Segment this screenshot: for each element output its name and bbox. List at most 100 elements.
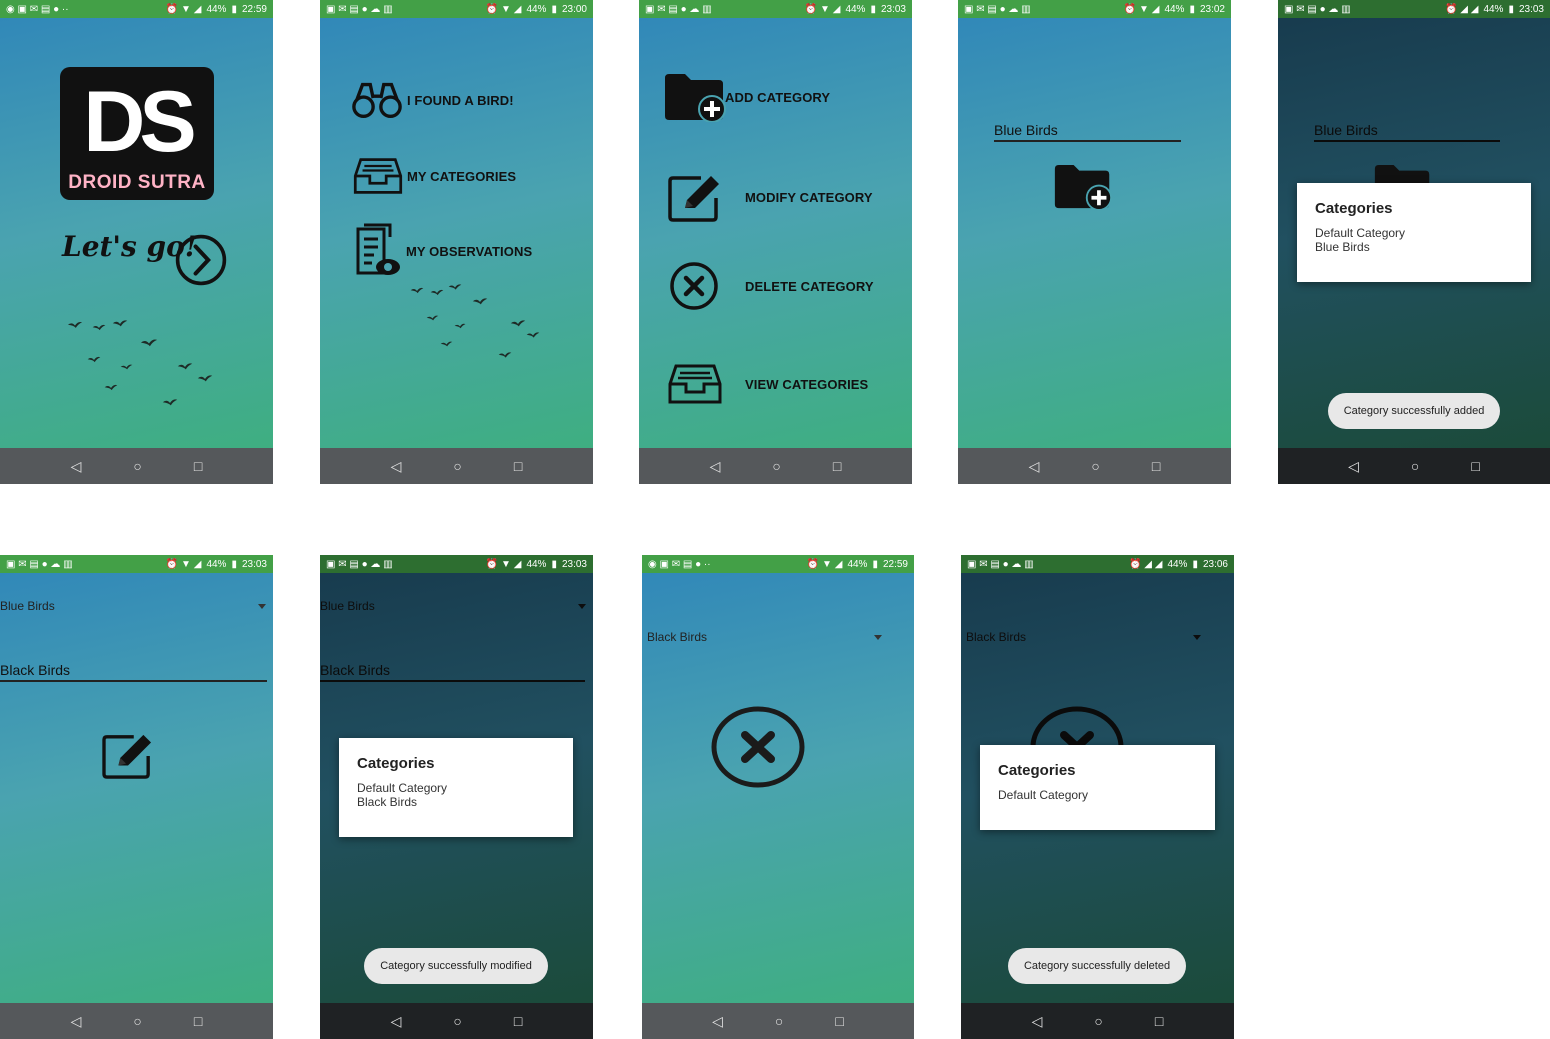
recents-icon[interactable]: □ [833, 458, 841, 474]
nav-bar: ◁ ○ □ [639, 448, 912, 484]
menu-item-add-category[interactable]: ADD CATEGORY [663, 72, 830, 122]
bird-flock [408, 278, 548, 368]
home-icon[interactable]: ○ [1411, 458, 1419, 474]
dropdown-arrow-icon[interactable] [1193, 635, 1201, 640]
home-icon[interactable]: ○ [1094, 1013, 1102, 1029]
dialog-title: Categories [1315, 200, 1393, 217]
category-spinner[interactable]: Black Birds [647, 630, 707, 644]
category-name-input[interactable]: Blue Birds [994, 122, 1181, 142]
recents-icon[interactable]: □ [1155, 1013, 1163, 1029]
category-spinner[interactable]: Blue Birds [0, 599, 55, 613]
toast-message: Category successfully added [1328, 393, 1500, 429]
status-bar: ▣ ✉ ▤ ● ☁ ▥ ⏰ ▼ ◢ 44% ▮ 23:03 [0, 555, 273, 573]
bird-icon [430, 288, 444, 298]
bird-icon [472, 296, 488, 308]
new-name-input[interactable]: Black Birds [0, 662, 267, 682]
screen-home-menu: ▣ ✉ ▤ ● ☁ ▥ ⏰ ▼ ◢ 44% ▮ 23:00 I FOUND A … [320, 0, 593, 484]
bird-icon [426, 314, 439, 323]
screen-add-result: ▣ ✉ ▤ ● ☁ ▥ ⏰ ◢ ◢ 44% ▮ 23:03 Blue Birds… [1278, 0, 1550, 484]
screen-delete-category: ◉ ▣ ✉ ▤ ● ·· ⏰ ▼ ◢ 44% ▮ 22:59 Black Bir… [642, 555, 914, 1039]
close-circle-icon[interactable] [710, 705, 806, 789]
document-eye-icon [354, 223, 402, 279]
bird-icon [104, 383, 118, 393]
category-name-input[interactable]: Blue Birds [1314, 122, 1500, 142]
recents-icon[interactable]: □ [1471, 458, 1479, 474]
close-circle-icon [669, 261, 719, 311]
dialog-item: Blue Birds [1315, 240, 1370, 254]
status-bar: ▣ ✉ ▤ ● ☁ ▥ ⏰ ▼ ◢ 44% ▮ 23:02 [958, 0, 1231, 18]
droid-sutra-logo: DS DROID SUTRA [60, 67, 214, 200]
nav-bar: ◁ ○ □ [958, 448, 1231, 484]
edit-icon[interactable] [93, 731, 163, 779]
recents-icon[interactable]: □ [835, 1013, 843, 1029]
back-icon[interactable]: ◁ [71, 1013, 82, 1030]
inbox-tray-icon [668, 362, 722, 406]
nav-bar: ◁ ○ □ [1278, 448, 1550, 484]
menu-item-view-categories[interactable]: VIEW CATEGORIES [668, 362, 868, 406]
category-spinner[interactable]: Blue Birds [320, 599, 375, 613]
home-icon[interactable]: ○ [133, 1013, 141, 1029]
category-spinner[interactable]: Black Birds [966, 630, 1026, 644]
edit-icon [667, 172, 723, 222]
dialog-item: Default Category [1315, 226, 1406, 240]
bird-icon [112, 318, 128, 330]
status-bar: ◉ ▣ ✉ ▤ ● ·· ⏰ ▼ ◢ 44% ▮ 22:59 [642, 555, 914, 573]
home-icon[interactable]: ○ [133, 458, 141, 474]
recents-icon[interactable]: □ [514, 1013, 522, 1029]
categories-dialog: Categories Default Category [980, 745, 1215, 830]
recents-icon[interactable]: □ [514, 458, 522, 474]
dialog-item: Default Category [357, 781, 448, 795]
menu-item-modify-category[interactable]: MODIFY CATEGORY [667, 172, 873, 222]
screen-add-category: ▣ ✉ ▤ ● ☁ ▥ ⏰ ▼ ◢ 44% ▮ 23:02 Blue Birds… [958, 0, 1231, 484]
recents-icon[interactable]: □ [194, 1013, 202, 1029]
home-icon[interactable]: ○ [453, 1013, 461, 1029]
bird-icon [87, 355, 101, 365]
bird-flock [62, 315, 222, 415]
bird-icon [440, 340, 453, 349]
dropdown-arrow-icon[interactable] [578, 604, 586, 609]
back-icon[interactable]: ◁ [712, 1013, 723, 1030]
bird-icon [140, 337, 158, 350]
back-icon[interactable]: ◁ [1029, 458, 1040, 475]
back-icon[interactable]: ◁ [710, 458, 721, 475]
screen-splash: ◉ ▣ ✉ ▤ ● ·· ⏰ ▼ ◢ 44% ▮ 22:59 DS DROID … [0, 0, 273, 484]
back-icon[interactable]: ◁ [391, 458, 402, 475]
back-icon[interactable]: ◁ [71, 458, 82, 475]
home-icon[interactable]: ○ [1091, 458, 1099, 474]
bird-icon [526, 330, 540, 341]
folder-add-icon [663, 72, 727, 122]
status-bar: ▣ ✉ ▤ ● ☁ ▥ ⏰ ▼ ◢ 44% ▮ 23:03 [639, 0, 912, 18]
toast-message: Category successfully modified [364, 948, 548, 984]
recents-icon[interactable]: □ [1152, 458, 1160, 474]
bird-icon [162, 397, 178, 409]
dropdown-arrow-icon[interactable] [874, 635, 882, 640]
categories-dialog: Categories Default Category Blue Birds [1297, 183, 1531, 282]
back-icon[interactable]: ◁ [391, 1013, 402, 1030]
nav-bar: ◁ ○ □ [320, 448, 593, 484]
chevron-right-icon[interactable] [174, 233, 228, 287]
back-icon[interactable]: ◁ [1032, 1013, 1043, 1030]
nav-bar: ◁ ○ □ [642, 1003, 914, 1039]
back-icon[interactable]: ◁ [1348, 458, 1359, 475]
bird-icon [510, 318, 526, 330]
dialog-title: Categories [357, 755, 435, 772]
home-icon[interactable]: ○ [772, 458, 780, 474]
home-icon[interactable]: ○ [775, 1013, 783, 1029]
recents-icon[interactable]: □ [194, 458, 202, 474]
status-bar: ▣ ✉ ▤ ● ☁ ▥ ⏰ ▼ ◢ 44% ▮ 23:03 [320, 555, 593, 573]
bird-icon [67, 320, 83, 331]
bird-icon [448, 282, 462, 293]
bird-icon [410, 286, 424, 296]
menu-item-delete-category[interactable]: DELETE CATEGORY [669, 261, 874, 311]
new-name-input[interactable]: Black Birds [320, 662, 585, 682]
menu-item-found-bird[interactable]: I FOUND A BIRD! [351, 80, 514, 120]
bird-icon [92, 323, 106, 333]
folder-add-icon[interactable] [1053, 163, 1113, 210]
home-icon[interactable]: ○ [453, 458, 461, 474]
menu-item-my-categories[interactable]: MY CATEGORIES [353, 156, 516, 196]
status-bar: ◉ ▣ ✉ ▤ ● ·· ⏰ ▼ ◢ 44% ▮ 22:59 [0, 0, 273, 18]
nav-bar: ◁ ○ □ [961, 1003, 1234, 1039]
menu-item-my-observations[interactable]: MY OBSERVATIONS [354, 223, 532, 279]
bird-icon [120, 363, 133, 372]
dropdown-arrow-icon[interactable] [258, 604, 266, 609]
